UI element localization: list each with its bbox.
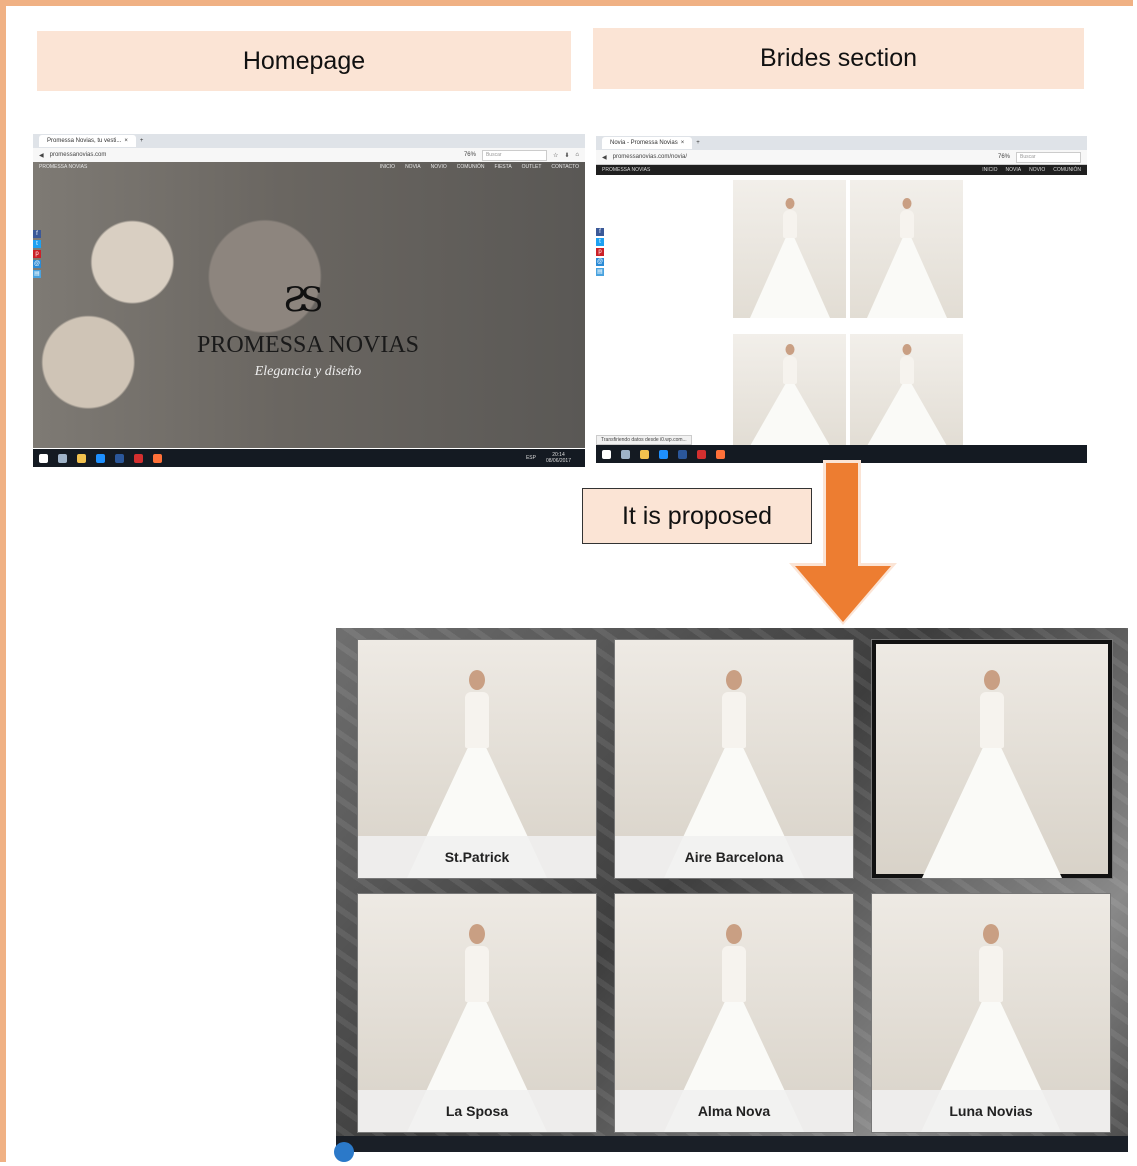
brand-logo: ƧS [283,280,324,320]
print-icon[interactable]: ▤ [596,268,604,276]
file-explorer-icon[interactable] [640,449,649,459]
print-icon[interactable]: ▤ [33,270,41,278]
word-icon[interactable] [678,449,687,459]
nav-item[interactable]: COMUNIÓN [1053,167,1081,173]
dress-thumbnail[interactable] [850,334,963,446]
brand-card[interactable]: Alma Nova [615,894,853,1132]
brides-screenshot: Novia - Promessa Novias × + ◀ promessanov… [596,136,1087,463]
nav-item[interactable]: NOVIA [405,164,421,170]
hero-banner: PROMESSA NOVIAS INICIO NOVIA NOVIO COMUN… [33,162,585,448]
dress-thumbnail[interactable] [850,180,963,318]
social-share-bar: f t p @ ▤ [33,230,41,278]
nav-item[interactable]: CONTACTO [551,164,579,170]
nav-item[interactable]: NOVIA [1006,167,1022,173]
nav-item[interactable]: NOVIO [1029,167,1045,173]
brides-section-label: Brides section [593,28,1084,89]
nav-item[interactable]: NOVIO [431,164,447,170]
brand-card-label: Alma Nova [615,1090,853,1132]
nav-item[interactable]: COMUNIÓN [457,164,485,170]
home-icon[interactable]: ⌂ [575,152,579,158]
nav-item[interactable]: OUTLET [522,164,542,170]
edge-icon[interactable] [96,453,105,463]
brand-tagline: Elegancia y diseño [254,364,362,379]
brand-card-hovered[interactable] [872,640,1112,878]
tab-title: Novia - Promessa Novias [610,140,678,146]
proposed-label: It is proposed [582,488,812,544]
facebook-icon[interactable]: f [596,228,604,236]
status-bar: Transfiriendo datos desde i0.wp.com... [596,435,692,445]
social-share-bar: f t p @ ▤ [596,228,604,276]
url-text: promessanovias.com [49,152,107,158]
star-icon[interactable]: ☆ [553,152,558,159]
site-name: PROMESSA NOVIAS [39,164,88,170]
browser-tab[interactable]: Novia - Promessa Novias × [602,137,693,149]
browser-tab[interactable]: Promessa Novias, tu vesti... × [39,135,136,147]
windows-start-icon[interactable] [602,449,611,459]
new-tab-icon[interactable]: + [696,140,700,146]
search-input[interactable]: Buscar [481,149,547,161]
task-view-icon[interactable] [58,453,67,463]
twitter-icon[interactable]: t [33,240,41,248]
zoom-level: 76% [463,152,476,158]
address-bar[interactable]: ◀ promessanovias.com/novia/ 76% Buscar [596,150,1087,165]
tab-title: Promessa Novias, tu vesti... [47,138,122,144]
nav-item[interactable]: INICIO [380,164,395,170]
brand-card-label: Luna Novias [872,1090,1110,1132]
dress-thumbnail[interactable] [733,180,846,318]
close-icon[interactable]: × [681,140,685,146]
close-icon[interactable]: × [124,138,128,144]
task-view-icon[interactable] [621,449,630,459]
language-indicator: ESP [525,455,536,461]
acrobat-icon[interactable] [697,449,706,459]
browser-tab-bar: Novia - Promessa Novias × + [596,136,1087,150]
back-icon[interactable]: ◀ [602,154,607,161]
nav-item[interactable]: FIESTA [495,164,512,170]
windows-taskbar [336,1136,1128,1152]
brand-card-label: La Sposa [358,1090,596,1132]
new-tab-icon[interactable]: + [140,138,144,144]
url-text: promessanovias.com/novia/ [612,154,687,160]
pinterest-icon[interactable]: p [596,248,604,256]
browser-tab-bar: Promessa Novias, tu vesti... × + [33,134,585,148]
zoom-level: 76% [997,154,1010,160]
site-name: PROMESSA NOVIAS [602,167,651,173]
brand-title: PROMESSA NOVIAS [196,332,420,358]
download-icon[interactable]: ⬇ [564,152,569,159]
homepage-screenshot: Promessa Novias, tu vesti... × + ◀ promes… [33,134,585,467]
brand-card[interactable]: Aire Barcelona [615,640,853,878]
back-icon[interactable]: ◀ [39,152,44,159]
brand-card[interactable]: La Sposa [358,894,596,1132]
file-explorer-icon[interactable] [77,453,86,463]
arrow-head [795,566,891,622]
firefox-icon[interactable] [153,453,162,463]
facebook-icon[interactable]: f [33,230,41,238]
site-nav: PROMESSA NOVIAS INICIO NOVIA NOVIO COMUN… [596,165,1087,175]
word-icon[interactable] [115,453,124,463]
edge-icon[interactable] [659,449,668,459]
nav-item[interactable]: INICIO [982,167,997,173]
brand-card[interactable]: St.Patrick [358,640,596,878]
pinterest-icon[interactable]: p [33,250,41,258]
homepage-label: Homepage [37,31,571,91]
email-icon[interactable]: @ [33,260,41,268]
acrobat-icon[interactable] [134,453,143,463]
brand-card-label: Aire Barcelona [615,836,853,878]
windows-taskbar: ESP 20:14 08/06/2017 [33,449,585,467]
brand-card-label: St.Patrick [358,836,596,878]
down-arrow-icon [823,460,861,570]
brand-card[interactable]: Luna Novias [872,894,1110,1132]
twitter-icon[interactable]: t [596,238,604,246]
proposed-design: St.Patrick Aire Barcelona La Sposa Alma … [336,628,1128,1152]
windows-start-icon[interactable] [334,1142,354,1162]
clock: 20:14 08/06/2017 [546,452,571,464]
clock-date: 08/06/2017 [545,458,571,464]
site-nav: PROMESSA NOVIAS INICIO NOVIA NOVIO COMUN… [33,162,585,172]
dress-thumbnail[interactable] [733,334,846,446]
email-icon[interactable]: @ [596,258,604,266]
address-bar[interactable]: ◀ promessanovias.com 76% Buscar ☆ ⬇ ⌂ [33,148,585,163]
search-input[interactable]: Buscar [1016,151,1081,163]
windows-start-icon[interactable] [39,453,48,463]
firefox-icon[interactable] [716,449,725,459]
